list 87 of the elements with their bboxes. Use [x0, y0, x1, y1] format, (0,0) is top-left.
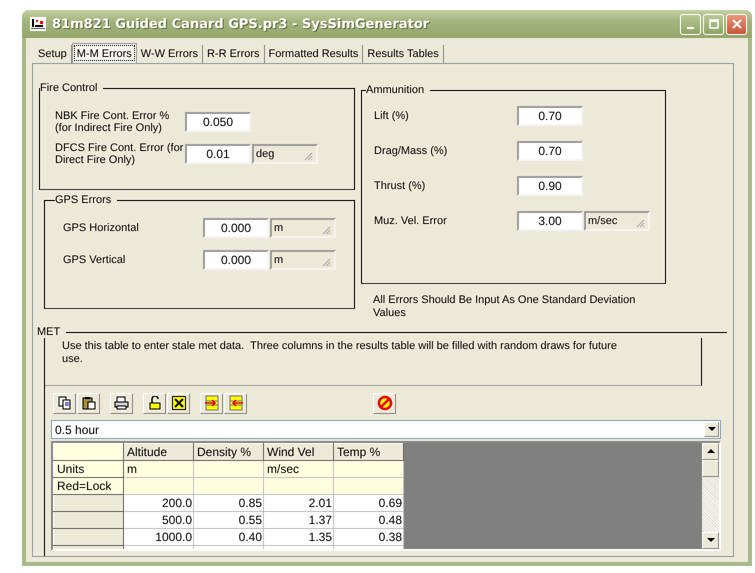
unit-label: m [274, 222, 284, 234]
insert-row-button[interactable] [200, 392, 223, 414]
table-cell [194, 460, 264, 478]
table-cell: 1.35 [264, 528, 334, 546]
grip-icon [321, 225, 331, 235]
clipboard-icon [82, 396, 96, 410]
print-button[interactable] [110, 392, 133, 414]
table-cell: 0.48 [334, 512, 404, 528]
table-cell [264, 478, 334, 494]
close-icon [732, 19, 742, 29]
input-field[interactable]: 0.70 [517, 106, 583, 126]
input-field[interactable]: 0.70 [517, 141, 583, 161]
app-icon [30, 17, 46, 31]
field-label: NBK Fire Cont. Error % (for Indirect Fire Only) [55, 110, 170, 134]
dropdown-value: 0.5 hour [54, 422, 100, 436]
row-header [54, 528, 124, 546]
clear-button[interactable] [167, 392, 190, 414]
period-dropdown[interactable]: 0.5 hour [51, 420, 721, 439]
input-field[interactable]: 0.01 [185, 144, 251, 164]
description-text: Use this table to enter stale met data. Three columns in the results table will be filled with random draws for future use. [62, 340, 618, 366]
vertical-scrollbar[interactable] [702, 443, 719, 549]
row-header: Units [54, 460, 124, 478]
table-cell: 200.0 [124, 494, 194, 512]
input-field[interactable]: 3.00 [517, 211, 583, 231]
input-field[interactable]: 0.000 [203, 218, 269, 238]
table-cell: 0.38 [334, 528, 404, 546]
printer-icon [114, 396, 129, 410]
scroll-thumb[interactable] [702, 460, 719, 477]
maximize-button[interactable] [703, 14, 724, 34]
field-label: Lift (%) [374, 110, 410, 122]
table-cell: 1.37 [264, 512, 334, 528]
corner-cell [54, 444, 124, 460]
field-label: Drag/Mass (%) [374, 145, 448, 157]
table-cell: 0.85 [194, 494, 264, 512]
column-header: Density % [194, 444, 264, 460]
column-header: Temp % [334, 444, 404, 460]
table-cell [124, 478, 194, 494]
column-header: Altitude [124, 444, 194, 460]
copy-button[interactable] [53, 392, 76, 414]
minimize-button[interactable] [680, 14, 701, 34]
row-header: Red=Lock [54, 478, 124, 494]
minimize-icon [687, 27, 694, 29]
table-cell [194, 478, 264, 494]
field-label: GPS Vertical [63, 254, 126, 266]
field-label: GPS Horizontal [63, 222, 140, 234]
field-label: Muz. Vel. Error [374, 215, 448, 227]
scroll-up-icon[interactable] [706, 449, 714, 454]
prohibited-icon [376, 395, 392, 411]
cross-icon [172, 396, 186, 410]
row-header [54, 512, 124, 528]
input-field[interactable]: 0.000 [203, 250, 269, 270]
field-label: DFCS Fire Cont. Error (for Direct Fire Only) [55, 142, 184, 166]
grip-icon [635, 218, 645, 228]
scroll-down-icon[interactable] [706, 538, 714, 543]
input-field[interactable]: 0.90 [517, 176, 583, 196]
table-cell: 2.01 [264, 494, 334, 512]
paste-button[interactable] [77, 392, 100, 414]
padlock-icon [148, 396, 160, 410]
input-field[interactable]: 0.050 [185, 112, 251, 132]
table-cell: m [124, 460, 194, 478]
close-button[interactable] [726, 14, 747, 34]
insert-row-icon [204, 395, 220, 411]
table-cell: 1000.0 [124, 528, 194, 546]
note-text: All Errors Should Be Input As One Standard Deviation Values [373, 294, 636, 320]
table-cell: m/sec [264, 460, 334, 478]
delete-row-icon [228, 395, 244, 411]
row-header [54, 494, 124, 512]
unit-label: m/sec [588, 215, 618, 227]
field-label: Thrust (%) [374, 180, 426, 192]
table-cell: 0.55 [194, 512, 264, 528]
table-cell: 0.40 [194, 528, 264, 546]
tab[interactable]: M-M Errors [72, 43, 137, 63]
window-title: 81m821 Guided Canard GPS.pr3 - SysSimGenerator [52, 16, 430, 32]
delete-row-button[interactable] [224, 392, 247, 414]
unit-label: deg [256, 148, 274, 160]
grip-icon [321, 257, 331, 267]
table-cell: 500.0 [124, 512, 194, 528]
cancel-button[interactable] [373, 392, 396, 414]
maximize-icon [708, 19, 718, 29]
column-header: Wind Vel [264, 444, 334, 460]
table-cell [334, 478, 404, 494]
unlock-button[interactable] [143, 392, 166, 414]
copy-icon [58, 396, 72, 410]
table-cell [334, 460, 404, 478]
grip-icon [303, 151, 313, 161]
table-cell: 0.69 [334, 494, 404, 512]
unit-label: m [274, 254, 284, 266]
